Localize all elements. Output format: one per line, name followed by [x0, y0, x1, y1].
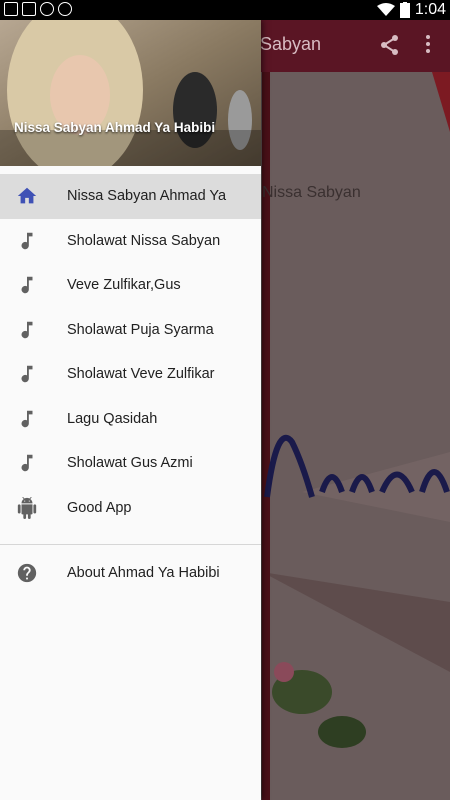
music-note-icon	[21, 276, 33, 294]
menu-item-lagu-qasidah[interactable]: Lagu Qasidah	[0, 397, 261, 442]
battery-icon	[399, 2, 410, 18]
menu-item-label: Nissa Sabyan Ahmad Ya	[67, 188, 227, 205]
shield-icon	[40, 2, 54, 16]
menu-divider	[0, 544, 261, 545]
menu-item-label: Lagu Qasidah	[67, 410, 158, 427]
navigation-drawer: Nissa Sabyan Ahmad Ya Habibi Nissa Sabya…	[0, 20, 261, 800]
menu-item-label: Sholawat Gus Azmi	[67, 455, 193, 472]
menu-item-label: Sholawat Puja Syarma	[67, 321, 214, 338]
music-note-icon	[21, 454, 33, 472]
notification-icons	[4, 2, 72, 16]
menu-item-sholawat-gus-azmi[interactable]: Sholawat Gus Azmi	[0, 441, 261, 486]
menu-item-label: Sholawat Nissa Sabyan	[67, 232, 221, 249]
home-icon	[17, 187, 37, 204]
notification-icon	[4, 2, 18, 16]
wifi-icon	[376, 3, 395, 16]
menu-item-sholawat-nissa-sabyan[interactable]: Sholawat Nissa Sabyan	[0, 219, 261, 264]
drawer-header-title: Nissa Sabyan Ahmad Ya Habibi	[14, 120, 216, 135]
content-title: Nissa Sabyan	[262, 184, 361, 201]
music-note-icon	[21, 232, 33, 249]
menu-item-label: Good App	[67, 499, 132, 516]
menu-item-veve-zulfikar-gus[interactable]: Veve Zulfikar,Gus	[0, 263, 261, 308]
music-note-icon	[21, 410, 33, 427]
menu-item-about[interactable]: About Ahmad Ya Habibi	[0, 551, 261, 596]
menu-item-label: About Ahmad Ya Habibi	[67, 565, 220, 582]
more-options-icon[interactable]	[424, 34, 432, 54]
share-icon[interactable]	[380, 34, 400, 56]
menu-item-label: Sholawat Veve Zulfikar	[67, 366, 215, 383]
menu-item-home[interactable]: Nissa Sabyan Ahmad Ya	[0, 174, 261, 219]
menu-item-good-app[interactable]: Good App	[0, 486, 261, 531]
menu-item-label: Veve Zulfikar,Gus	[67, 277, 181, 294]
android-icon	[17, 496, 37, 519]
image-icon	[22, 2, 36, 16]
music-note-icon	[21, 321, 33, 338]
header-photo	[0, 20, 261, 166]
drawer-menu: Nissa Sabyan Ahmad Ya Sholawat Nissa Sab…	[0, 174, 261, 596]
banner-script-graphic	[264, 434, 450, 498]
menu-item-sholawat-puja-syarma[interactable]: Sholawat Puja Syarma	[0, 308, 261, 353]
menu-item-sholawat-veve-zulfikar[interactable]: Sholawat Veve Zulfikar	[0, 352, 261, 397]
help-icon	[17, 563, 37, 583]
drawer-header: Nissa Sabyan Ahmad Ya Habibi	[0, 20, 261, 166]
globe-icon	[58, 2, 72, 16]
music-note-icon	[21, 365, 33, 383]
clock: 1:04	[414, 1, 446, 18]
status-bar: 1:04	[0, 0, 450, 20]
